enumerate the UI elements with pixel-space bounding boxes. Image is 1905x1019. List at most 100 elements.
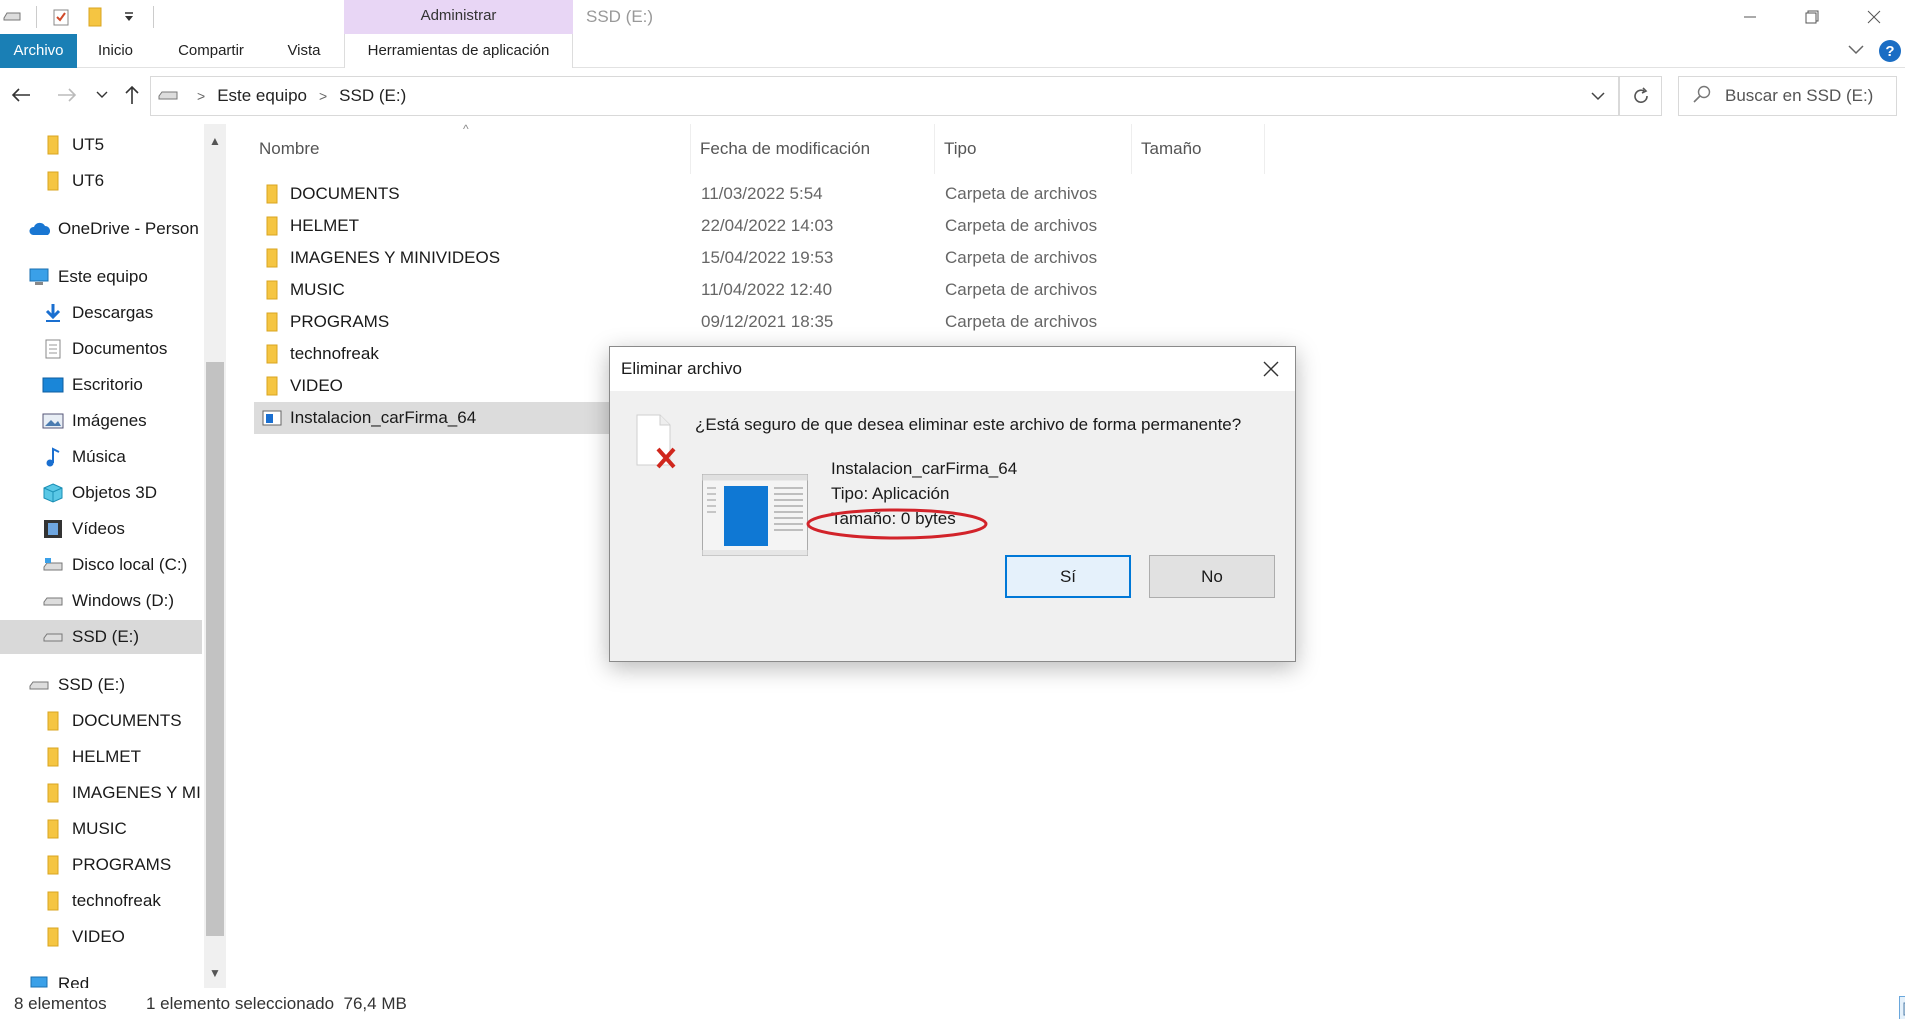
sidebar-item-label: MUSIC <box>72 819 127 838</box>
selection-info: 1 elemento seleccionado 76,4 MB <box>146 994 407 1013</box>
close-icon <box>1263 361 1279 377</box>
navigation-bar: > Este equipo > SSD (E:) Buscar en SSD (… <box>0 68 1905 124</box>
sidebar-item-label: Documentos <box>72 339 168 358</box>
scrollbar-thumb[interactable] <box>206 362 224 936</box>
file-name: Instalacion_carFirma_64 <box>290 408 477 427</box>
back-icon[interactable] <box>8 80 34 110</box>
sidebar-item-ut5[interactable]: UT5 <box>0 128 202 162</box>
desktop-icon <box>42 374 64 396</box>
sidebar-item-windows-d[interactable]: Windows (D:) <box>0 584 202 618</box>
quick-access-toolbar <box>0 4 154 30</box>
address-bar[interactable]: > Este equipo > SSD (E:) <box>150 76 1620 116</box>
sidebar-item-label: Este equipo <box>58 267 148 286</box>
properties-icon[interactable] <box>51 7 71 27</box>
no-button[interactable]: No <box>1149 555 1275 598</box>
onedrive-icon <box>28 218 50 240</box>
column-header-size[interactable]: Tamaño <box>1132 124 1265 174</box>
close-button[interactable] <box>1843 0 1905 34</box>
sidebar-item-descargas[interactable]: Descargas <box>0 296 202 330</box>
address-dropdown-icon[interactable] <box>1577 77 1619 115</box>
dialog-file-name: Instalacion_carFirma_64 <box>831 459 1018 478</box>
tab-inicio[interactable]: Inicio <box>77 34 154 68</box>
sidebar-item-music[interactable]: MUSIC <box>0 812 202 846</box>
file-row[interactable]: PROGRAMS 09/12/2021 18:35 Carpeta de arc… <box>254 306 1354 338</box>
sidebar-item-musica[interactable]: Música <box>0 440 202 474</box>
sidebar-item-documents[interactable]: DOCUMENTS <box>0 704 202 738</box>
column-header-date[interactable]: Fecha de modificación <box>691 124 935 174</box>
minimize-button[interactable] <box>1719 0 1781 34</box>
sidebar-item-escritorio[interactable]: Escritorio <box>0 368 202 402</box>
sidebar-item-disco-local-c[interactable]: Disco local (C:) <box>0 548 202 582</box>
sidebar-item-imagenes[interactable]: Imágenes <box>0 404 202 438</box>
folder-icon <box>42 710 64 732</box>
customize-dropdown-icon[interactable] <box>119 7 139 27</box>
sidebar-item-imagenes-minivideos[interactable]: IMAGENES Y MINIVIDEOS <box>0 776 202 810</box>
chevron-right-icon[interactable]: > <box>319 88 327 104</box>
recent-dropdown-icon[interactable] <box>89 80 115 110</box>
tab-archivo[interactable]: Archivo <box>0 34 77 68</box>
sidebar-item-red[interactable]: Red <box>0 967 202 988</box>
sidebar-item-label: Descargas <box>72 303 154 322</box>
sidebar-item-videos[interactable]: Vídeos <box>0 512 202 546</box>
forward-icon[interactable] <box>54 80 80 110</box>
folder-icon <box>266 248 278 268</box>
tab-compartir[interactable]: Compartir <box>160 34 262 68</box>
column-header-type[interactable]: Tipo <box>935 124 1132 174</box>
file-date: 11/03/2022 5:54 <box>701 184 823 203</box>
file-row-selected[interactable]: Instalacion_carFirma_64 <box>254 402 610 434</box>
large-icons-view-icon[interactable] <box>1899 996 1905 1019</box>
file-date: 09/12/2021 18:35 <box>701 312 834 331</box>
sidebar-item-este-equipo[interactable]: Este equipo <box>0 260 202 294</box>
objects3d-icon <box>42 482 64 504</box>
status-bar: 8 elementos 1 elemento seleccionado 76,4… <box>0 988 1905 1019</box>
sidebar-item-label: technofreak <box>72 891 161 910</box>
file-type: Carpeta de archivos <box>945 312 1098 331</box>
crumb-este-equipo[interactable]: Este equipo <box>217 86 307 106</box>
new-folder-icon[interactable] <box>85 7 105 27</box>
chevron-right-icon[interactable]: > <box>197 88 205 104</box>
up-icon[interactable] <box>119 80 145 110</box>
file-row[interactable]: HELMET 22/04/2022 14:03 Carpeta de archi… <box>254 210 1354 242</box>
yes-button[interactable]: Sí <box>1005 555 1131 598</box>
file-row[interactable]: IMAGENES Y MINIVIDEOS 15/04/2022 19:53 C… <box>254 242 1354 274</box>
sidebar-item-onedrive[interactable]: OneDrive - Person <box>0 212 202 246</box>
folder-icon <box>42 854 64 876</box>
search-input[interactable]: Buscar en SSD (E:) <box>1678 76 1897 116</box>
tab-herramientas-aplicacion[interactable]: Herramientas de aplicación <box>344 34 573 68</box>
scroll-up-icon[interactable]: ▲ <box>204 130 226 152</box>
sidebar-item-ssd-e[interactable]: SSD (E:) <box>0 620 202 654</box>
drive-icon <box>42 590 64 612</box>
sidebar-item-helmet[interactable]: HELMET <box>0 740 202 774</box>
sidebar-item-video[interactable]: VIDEO <box>0 920 202 954</box>
sidebar-item-programs[interactable]: PROGRAMS <box>0 848 202 882</box>
dialog-file-type: Tipo: Aplicación <box>831 484 950 503</box>
file-date: 11/04/2022 12:40 <box>701 280 833 299</box>
crumb-ssd[interactable]: SSD (E:) <box>339 86 406 106</box>
sidebar-item-label: VIDEO <box>72 927 125 946</box>
download-icon <box>42 302 64 324</box>
file-name: VIDEO <box>290 376 343 395</box>
sidebar-item-ut6[interactable]: UT6 <box>0 164 202 198</box>
expand-ribbon-icon[interactable] <box>1847 41 1865 61</box>
sidebar-item-label: PROGRAMS <box>72 855 172 874</box>
tab-vista[interactable]: Vista <box>270 34 338 68</box>
refresh-icon[interactable] <box>1620 76 1662 116</box>
file-row[interactable]: MUSIC 11/04/2022 12:40 Carpeta de archiv… <box>254 274 1354 306</box>
scroll-down-icon[interactable]: ▼ <box>204 962 226 984</box>
sidebar-item-ssd-e-root[interactable]: SSD (E:) <box>0 668 202 702</box>
help-icon[interactable]: ? <box>1879 40 1901 62</box>
dialog-close-button[interactable] <box>1247 347 1295 391</box>
file-row[interactable]: DOCUMENTS 11/03/2022 5:54 Carpeta de arc… <box>254 178 1354 210</box>
divider <box>36 6 37 28</box>
file-type: Carpeta de archivos <box>945 216 1098 235</box>
window-controls <box>1719 0 1905 34</box>
restore-button[interactable] <box>1781 0 1843 34</box>
sidebar-item-label: Imágenes <box>72 411 147 430</box>
sidebar-item-documentos[interactable]: Documentos <box>0 332 202 366</box>
nav-scrollbar[interactable]: ▲ ▼ <box>204 124 226 988</box>
sidebar-item-objetos-3d[interactable]: Objetos 3D <box>0 476 202 510</box>
ribbon-controls: ? <box>1847 34 1905 68</box>
sidebar-item-technofreak[interactable]: technofreak <box>0 884 202 918</box>
file-name: MUSIC <box>290 280 345 299</box>
column-header-name[interactable]: Nombre <box>250 124 691 174</box>
